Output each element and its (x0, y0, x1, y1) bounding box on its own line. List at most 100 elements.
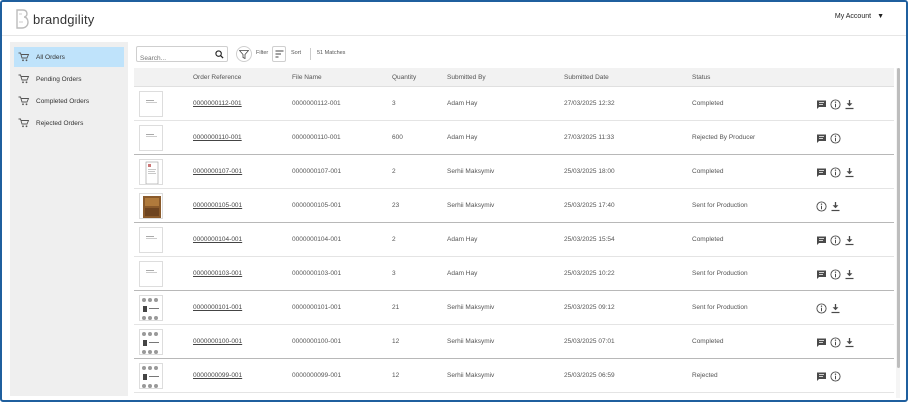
search-icon[interactable] (215, 50, 224, 59)
comment-icon[interactable] (816, 371, 827, 382)
table-row[interactable]: 0000000104-001 0000000104-001 2 Adam Hay 25/… (134, 223, 894, 257)
info-icon[interactable] (830, 166, 841, 178)
orders-table: Order Reference File Name Quantity Submi… (134, 68, 900, 398)
order-thumbnail[interactable] (139, 91, 163, 117)
thumbnail-document-image (140, 92, 162, 116)
order-reference-link[interactable]: 0000000099-001 (193, 372, 242, 379)
comment-icon[interactable] (816, 133, 827, 144)
info-icon[interactable] (816, 200, 827, 212)
order-reference-link[interactable]: 0000000112-001 (193, 100, 242, 107)
info-icon[interactable] (830, 336, 841, 348)
brandgility-logo-icon (16, 9, 29, 29)
download-icon[interactable] (830, 303, 841, 314)
status-text: Rejected By Producer (692, 134, 756, 141)
order-thumbnail[interactable] (139, 227, 163, 253)
column-header-quantity[interactable]: Quantity (392, 74, 416, 81)
toolbar-divider (310, 48, 311, 60)
quantity: 12 (392, 338, 400, 345)
order-thumbnail[interactable] (139, 193, 163, 219)
order-thumbnail[interactable] (139, 159, 163, 185)
brand-name: brandgility (33, 11, 95, 27)
info-icon[interactable] (830, 370, 841, 382)
download-icon[interactable] (844, 99, 855, 110)
filter-button[interactable] (236, 46, 252, 62)
download-icon[interactable] (830, 201, 841, 212)
submitted-by: Adam Hay (447, 236, 478, 243)
search-input[interactable] (137, 51, 211, 66)
info-icon[interactable] (830, 234, 841, 246)
download-icon[interactable] (844, 167, 855, 178)
order-reference-link[interactable]: 0000000101-001 (193, 304, 242, 311)
thumbnail-document-image (140, 126, 162, 150)
sidebar-item-completed-orders[interactable]: Completed Orders (14, 91, 124, 111)
sidebar: All Orders Pending Orders Completed Orde… (10, 42, 128, 396)
sort-button[interactable] (272, 46, 286, 62)
table-row[interactable]: 0000000100-001 0000000100-001 12 Serhii Mak… (134, 325, 894, 359)
caret-down-icon: ▼ (877, 13, 884, 20)
submitted-date: 25/03/2025 15:54 (564, 236, 615, 243)
row-actions (816, 336, 858, 348)
sort-label: Sort (291, 50, 302, 56)
column-header-status[interactable]: Status (692, 74, 710, 81)
download-icon[interactable] (844, 235, 855, 246)
submitted-date: 25/03/2025 10:22 (564, 270, 615, 277)
comment-icon[interactable] (816, 99, 827, 110)
sidebar-item-all-orders[interactable]: All Orders (14, 47, 124, 67)
table-row[interactable]: 0000000103-001 0000000103-001 3 Adam Hay 25/… (134, 257, 894, 291)
column-header-order-reference[interactable]: Order Reference (193, 74, 241, 81)
thumbnail-page-image (145, 161, 159, 184)
table-row[interactable]: 0000000112-001 0000000112-001 3 Adam Hay 27/… (134, 87, 894, 121)
match-count: 51 Matches (317, 50, 346, 56)
info-icon[interactable] (830, 98, 841, 110)
comment-icon[interactable] (816, 235, 827, 246)
order-thumbnail[interactable] (139, 295, 163, 321)
download-icon[interactable] (844, 337, 855, 348)
comment-icon[interactable] (816, 269, 827, 280)
cart-icon (18, 74, 30, 84)
download-icon[interactable] (844, 269, 855, 280)
order-reference-link[interactable]: 0000000103-001 (193, 270, 242, 277)
order-reference-link[interactable]: 0000000104-001 (193, 236, 242, 243)
info-icon[interactable] (830, 132, 841, 144)
submitted-date: 27/03/2025 11:33 (564, 134, 615, 141)
status-text: Completed (692, 236, 724, 243)
submitted-by: Adam Hay (447, 100, 478, 107)
table-row[interactable]: 0000000110-001 0000000110-001 600 Adam Hay 2… (134, 121, 894, 155)
cart-icon (18, 96, 30, 106)
order-reference-link[interactable]: 0000000110-001 (193, 134, 242, 141)
order-reference-link[interactable]: 0000000100-001 (193, 338, 242, 345)
column-header-submitted-by[interactable]: Submitted By (447, 74, 486, 81)
order-thumbnail[interactable] (139, 363, 163, 389)
main-content: Filter Sort 51 Matches Order Reference F… (134, 42, 900, 398)
table-row[interactable]: 0000000107-001 0000000107-001 2 Serhii Maks… (134, 155, 894, 189)
status-text: Rejected (692, 372, 718, 379)
sidebar-item-rejected-orders[interactable]: Rejected Orders (14, 113, 124, 133)
row-actions (816, 370, 844, 382)
order-thumbnail[interactable] (139, 261, 163, 287)
info-icon[interactable] (830, 268, 841, 280)
table-row[interactable]: 0000000099-001 0000000099-001 12 Serhii Mak… (134, 359, 894, 393)
filter-label: Filter (256, 50, 269, 56)
table-row[interactable]: 0000000105-001 0000000105-001 23 Serhii Mak… (134, 189, 894, 223)
quantity: 3 (392, 100, 396, 107)
info-icon[interactable] (816, 302, 827, 314)
table-header: Order Reference File Name Quantity Submi… (134, 68, 894, 87)
table-row[interactable]: 0000000101-001 0000000101-001 21 Serhii Mak… (134, 291, 894, 325)
thumbnail-document-image (140, 262, 162, 286)
comment-icon[interactable] (816, 167, 827, 178)
my-account-menu[interactable]: My Account ▼ (835, 13, 884, 20)
order-reference-link[interactable]: 0000000105-001 (193, 202, 242, 209)
cart-icon (18, 52, 30, 62)
order-thumbnail[interactable] (139, 329, 163, 355)
order-reference-link[interactable]: 0000000107-001 (193, 168, 242, 175)
order-thumbnail[interactable] (139, 125, 163, 151)
sidebar-item-pending-orders[interactable]: Pending Orders (14, 69, 124, 89)
comment-icon[interactable] (816, 337, 827, 348)
submitted-date: 27/03/2025 12:32 (564, 100, 615, 107)
column-header-file-name[interactable]: File Name (292, 74, 322, 81)
row-actions (816, 302, 844, 314)
column-header-submitted-date[interactable]: Submitted Date (564, 74, 609, 81)
sidebar-item-label: Rejected Orders (36, 119, 84, 127)
scrollbar-thumb[interactable] (897, 68, 900, 368)
brand-logo[interactable]: brandgility (12, 8, 94, 30)
